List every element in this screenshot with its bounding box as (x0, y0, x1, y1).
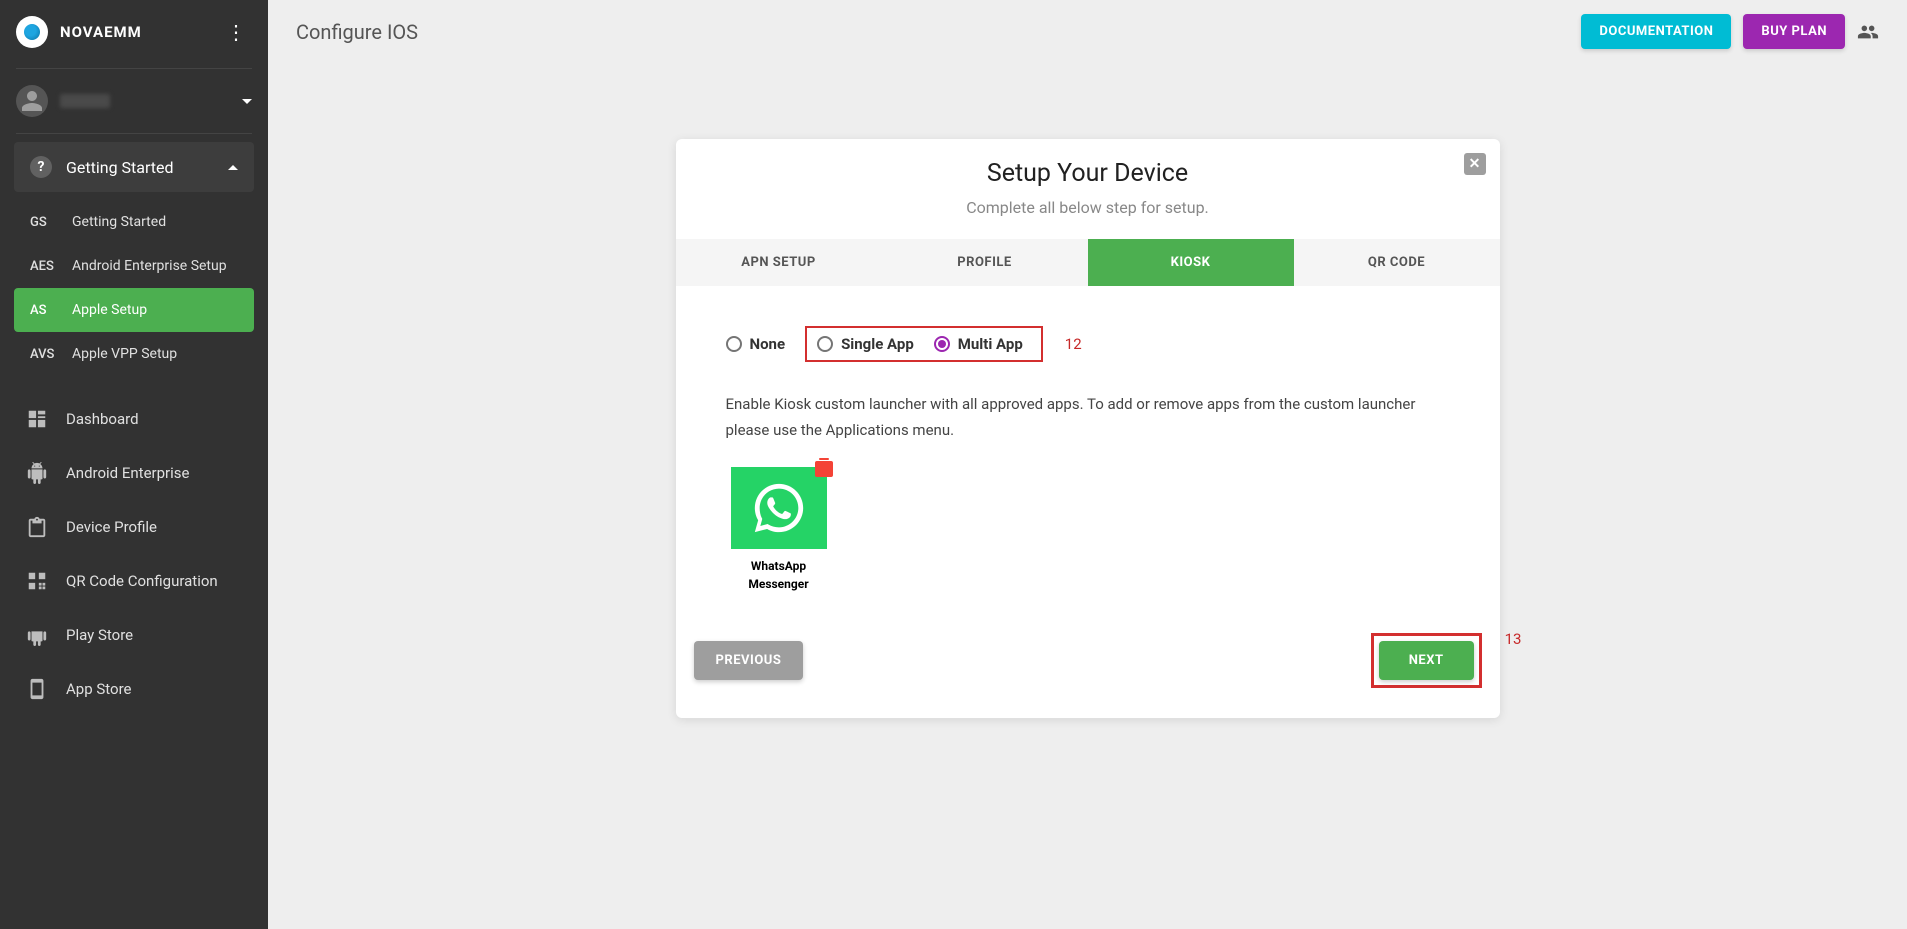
sub-abbr: AES (30, 259, 58, 274)
tab-qr-code[interactable]: QR CODE (1294, 239, 1500, 286)
radio-option-multi-app[interactable]: Multi App (934, 335, 1031, 353)
documentation-button[interactable]: DOCUMENTATION (1581, 14, 1731, 49)
main-nav: Dashboard Android Enterprise Device Prof… (0, 384, 268, 724)
annotation-label: 12 (1065, 335, 1082, 353)
team-icon[interactable] (1857, 21, 1879, 43)
sidebar-item-play-store[interactable]: Play Store (14, 608, 254, 662)
radio-icon (934, 336, 950, 352)
brand-row: NOVAEMM ⋮ (0, 0, 268, 68)
chevron-down-icon (242, 99, 252, 104)
annotated-radio-group: Single App Multi App (805, 326, 1043, 362)
clipboard-icon (26, 516, 48, 538)
sub-label: Apple Setup (72, 302, 147, 318)
whatsapp-icon (731, 467, 827, 549)
nav-label: Dashboard (66, 410, 139, 428)
trash-icon[interactable] (815, 461, 833, 477)
nav-label: Play Store (66, 626, 133, 644)
app-tile-whatsapp[interactable]: WhatsApp Messenger (726, 467, 832, 593)
sidebar-item-app-store[interactable]: App Store (14, 662, 254, 716)
android-icon (26, 462, 48, 484)
tab-profile[interactable]: PROFILE (882, 239, 1088, 286)
kebab-menu-icon[interactable]: ⋮ (220, 23, 252, 41)
previous-button[interactable]: PREVIOUS (694, 641, 804, 680)
nav-sublist: GS Getting Started AES Android Enterpris… (14, 192, 254, 384)
card-title: Setup Your Device (676, 159, 1500, 188)
sidebar-item-qr-code-configuration[interactable]: QR Code Configuration (14, 554, 254, 608)
radio-label: None (750, 335, 786, 353)
sub-abbr: AVS (30, 347, 58, 362)
close-icon[interactable]: ✕ (1464, 153, 1486, 175)
radio-label: Multi App (958, 335, 1023, 353)
radio-option-single-app[interactable]: Single App (817, 335, 922, 353)
sidebar-item-android-enterprise-setup[interactable]: AES Android Enterprise Setup (14, 244, 254, 288)
nav-label: Device Profile (66, 518, 157, 536)
tab-bar: APN SETUP PROFILE KIOSK QR CODE (676, 239, 1500, 286)
sub-label: Apple VPP Setup (72, 346, 177, 362)
nav-group-label: Getting Started (66, 158, 174, 177)
brand-name: NOVAEMM (60, 23, 142, 41)
tab-kiosk[interactable]: KIOSK (1088, 239, 1294, 286)
sidebar-item-apple-setup[interactable]: AS Apple Setup (14, 288, 254, 332)
next-button[interactable]: NEXT (1379, 641, 1474, 680)
brand: NOVAEMM (16, 16, 142, 48)
annotated-next-wrap: NEXT (1371, 633, 1482, 688)
radio-icon (726, 336, 742, 352)
sidebar-item-apple-vpp-setup[interactable]: AVS Apple VPP Setup (14, 332, 254, 376)
sidebar-item-getting-started[interactable]: GS Getting Started (14, 200, 254, 244)
nav-group-getting-started[interactable]: ? Getting Started (14, 142, 254, 192)
annotation-label: 13 (1505, 630, 1522, 648)
sub-abbr: GS (30, 215, 58, 230)
radio-option-none[interactable]: None (726, 335, 794, 353)
sub-abbr: AS (30, 303, 58, 318)
buy-plan-button[interactable]: BUY PLAN (1743, 14, 1845, 49)
setup-card: ✕ Setup Your Device Complete all below s… (676, 139, 1500, 718)
page-title: Configure IOS (296, 20, 418, 44)
topbar: Configure IOS DOCUMENTATION BUY PLAN (268, 0, 1907, 63)
app-label: WhatsApp Messenger (726, 557, 832, 593)
sub-label: Android Enterprise Setup (72, 258, 227, 274)
avatar (16, 85, 48, 117)
user-menu[interactable] (0, 69, 268, 133)
help-icon: ? (30, 156, 52, 178)
chevron-up-icon (228, 165, 238, 170)
sidebar: NOVAEMM ⋮ ? Getting Started GS Getting S… (0, 0, 268, 929)
brand-logo-icon (16, 16, 48, 48)
tab-apn-setup[interactable]: APN SETUP (676, 239, 882, 286)
card-footer: PREVIOUS NEXT 13 (676, 593, 1500, 688)
kiosk-mode-radio-group: None Single App Multi App 12 (726, 326, 1450, 362)
nav-label: Android Enterprise (66, 464, 189, 482)
radio-icon (817, 336, 833, 352)
dashboard-icon (26, 408, 48, 430)
qr-code-icon (26, 570, 48, 592)
main-content: Configure IOS DOCUMENTATION BUY PLAN ✕ S… (268, 0, 1907, 929)
card-subtitle: Complete all below step for setup. (676, 198, 1500, 217)
sidebar-item-dashboard[interactable]: Dashboard (14, 392, 254, 446)
nav-label: App Store (66, 680, 131, 698)
user-name (60, 94, 110, 108)
sidebar-item-android-enterprise[interactable]: Android Enterprise (14, 446, 254, 500)
card-body: None Single App Multi App 12 Enable Kios… (676, 286, 1500, 593)
android-icon (26, 624, 48, 646)
phone-icon (26, 678, 48, 700)
sub-label: Getting Started (72, 214, 166, 230)
sidebar-item-device-profile[interactable]: Device Profile (14, 500, 254, 554)
nav-label: QR Code Configuration (66, 572, 218, 590)
kiosk-description: Enable Kiosk custom launcher with all ap… (726, 392, 1450, 443)
radio-label: Single App (841, 335, 914, 353)
